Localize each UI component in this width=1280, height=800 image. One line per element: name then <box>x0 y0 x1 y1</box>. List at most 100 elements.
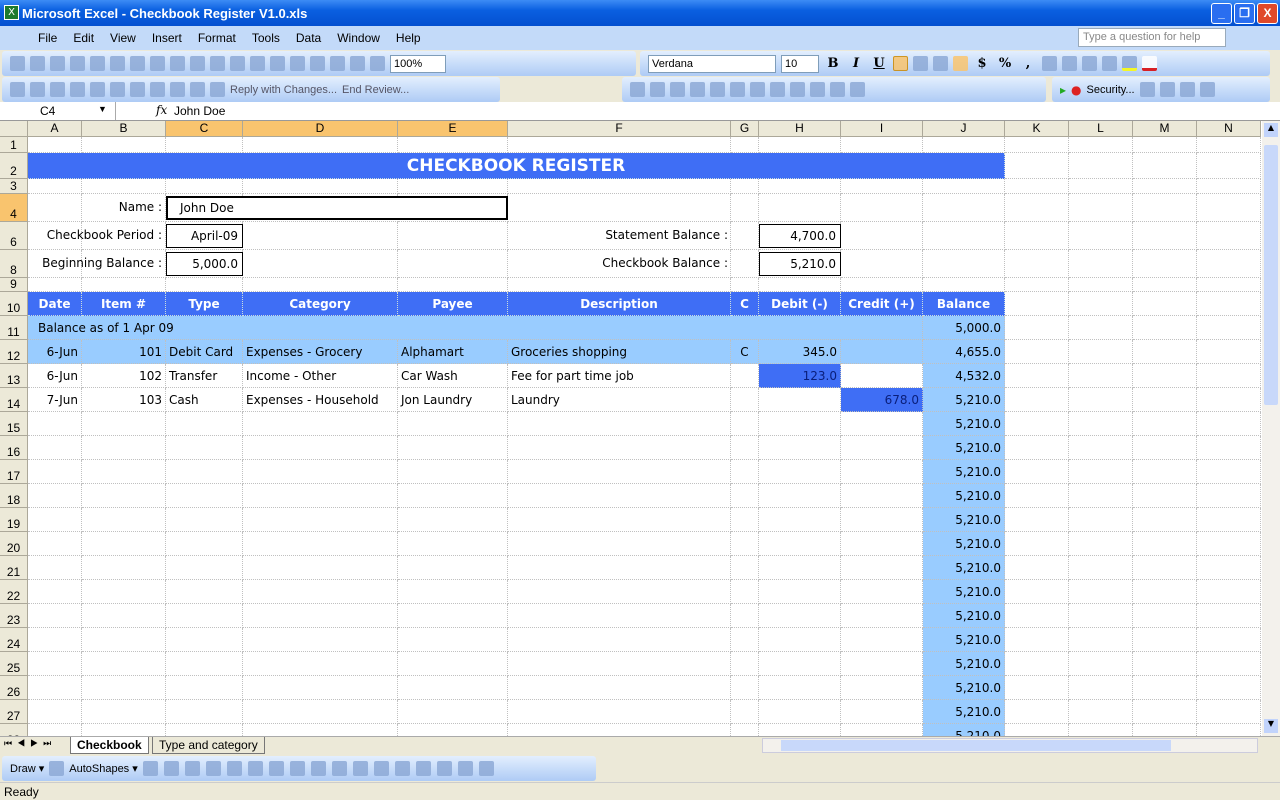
cell[interactable] <box>1133 604 1197 628</box>
register-cell[interactable] <box>398 556 508 580</box>
cell[interactable] <box>1069 700 1133 724</box>
register-cell[interactable]: 102 <box>82 364 166 388</box>
cell[interactable] <box>841 137 923 153</box>
register-cell[interactable]: 101 <box>82 340 166 364</box>
align-center-icon[interactable] <box>913 56 928 71</box>
register-cell[interactable] <box>508 628 731 652</box>
column-label-date[interactable]: Date <box>28 292 82 316</box>
horizontal-scroll-thumb[interactable] <box>781 740 1171 751</box>
cell[interactable] <box>1133 628 1197 652</box>
beginning-balance-field[interactable]: 5,000.0 <box>166 252 243 276</box>
cell[interactable] <box>1069 250 1133 278</box>
cell[interactable] <box>1133 388 1197 412</box>
row-header-13[interactable]: 13 <box>0 364 28 388</box>
register-cell[interactable] <box>759 724 841 736</box>
autoshapes-menu-button[interactable]: AutoShapes ▾ <box>69 762 138 775</box>
cell[interactable] <box>243 250 398 278</box>
register-cell[interactable] <box>398 628 508 652</box>
cell[interactable] <box>1069 676 1133 700</box>
register-cell[interactable] <box>731 676 759 700</box>
cell[interactable] <box>1005 278 1069 292</box>
cell[interactable] <box>1005 532 1069 556</box>
cell[interactable] <box>841 179 923 194</box>
register-cell[interactable]: Groceries shopping <box>508 340 731 364</box>
cell[interactable] <box>82 179 166 194</box>
cell[interactable] <box>1197 556 1261 580</box>
visual-basic-editor-icon[interactable] <box>1139 82 1155 97</box>
menu-file[interactable]: File <box>30 31 65 45</box>
register-cell[interactable] <box>398 484 508 508</box>
balance-cell[interactable]: 5,210.0 <box>923 724 1005 736</box>
register-cell[interactable] <box>166 628 243 652</box>
cell[interactable] <box>398 222 508 250</box>
register-cell[interactable]: Alphamart <box>398 340 508 364</box>
register-cell[interactable] <box>841 460 923 484</box>
cell[interactable] <box>166 137 243 153</box>
balance-cell[interactable]: 5,210.0 <box>923 556 1005 580</box>
cell[interactable] <box>1069 292 1133 316</box>
register-cell[interactable] <box>28 412 82 436</box>
register-cell[interactable] <box>166 556 243 580</box>
cell[interactable] <box>1133 278 1197 292</box>
row-header-28[interactable]: 28 <box>0 724 28 736</box>
fill-color-icon[interactable] <box>331 761 347 776</box>
register-cell[interactable] <box>731 460 759 484</box>
cell[interactable] <box>1133 532 1197 556</box>
cell[interactable] <box>1069 194 1133 222</box>
cell[interactable] <box>1005 388 1069 412</box>
delete-comment-icon[interactable] <box>110 82 125 97</box>
cell[interactable] <box>1069 628 1133 652</box>
edit-box-icon[interactable] <box>650 82 665 97</box>
cell[interactable] <box>1133 724 1197 736</box>
column-header-K[interactable]: K <box>1005 121 1069 137</box>
register-cell[interactable] <box>731 388 759 412</box>
cell[interactable] <box>731 250 759 278</box>
cell[interactable] <box>1005 436 1069 460</box>
cell[interactable] <box>1005 676 1069 700</box>
register-cell[interactable] <box>28 676 82 700</box>
worksheet-grid[interactable]: A B C D E F G H I J K L M N 1 2 3 4 6 8 9 10 11 12 13 14 15 16 17 18 1… <box>0 121 1262 736</box>
register-cell[interactable]: Expenses - Grocery <box>243 340 398 364</box>
register-cell[interactable] <box>731 436 759 460</box>
register-cell[interactable] <box>841 436 923 460</box>
new-icon[interactable] <box>10 56 25 71</box>
cell[interactable] <box>1197 628 1261 652</box>
register-cell[interactable] <box>243 700 398 724</box>
balance-cell[interactable]: 5,210.0 <box>923 628 1005 652</box>
cell[interactable] <box>923 250 1005 278</box>
register-cell[interactable] <box>508 580 731 604</box>
vertical-scrollbar[interactable]: ▲ ▼ <box>1262 121 1280 736</box>
register-cell[interactable] <box>243 580 398 604</box>
cell[interactable] <box>1005 137 1069 153</box>
cell[interactable] <box>1197 484 1261 508</box>
register-cell[interactable] <box>243 508 398 532</box>
horizontal-scrollbar[interactable] <box>762 738 1258 753</box>
cell[interactable] <box>1005 316 1069 340</box>
cell[interactable] <box>166 278 243 292</box>
register-cell[interactable]: 678.0 <box>841 388 923 412</box>
checkbook-period-field[interactable]: April-09 <box>166 224 243 248</box>
cell[interactable] <box>923 137 1005 153</box>
cell[interactable] <box>398 278 508 292</box>
cell[interactable] <box>508 137 731 153</box>
cell[interactable] <box>1005 340 1069 364</box>
register-cell[interactable] <box>398 580 508 604</box>
register-cell[interactable] <box>841 700 923 724</box>
register-cell[interactable] <box>166 652 243 676</box>
register-cell[interactable]: Jon Laundry <box>398 388 508 412</box>
column-header-I[interactable]: I <box>841 121 923 137</box>
option-button-icon[interactable] <box>730 82 745 97</box>
register-cell[interactable] <box>759 604 841 628</box>
font-select[interactable]: Verdana <box>648 54 776 73</box>
register-cell[interactable] <box>82 412 166 436</box>
column-label-type[interactable]: Type <box>166 292 243 316</box>
row-header-21[interactable]: 21 <box>0 556 28 580</box>
register-cell[interactable] <box>243 676 398 700</box>
register-cell[interactable] <box>508 604 731 628</box>
font-color-icon[interactable] <box>373 761 389 776</box>
balance-cell[interactable]: 5,210.0 <box>923 484 1005 508</box>
register-cell[interactable] <box>841 364 923 388</box>
register-cell[interactable] <box>759 628 841 652</box>
cell[interactable] <box>1133 316 1197 340</box>
cell[interactable] <box>1133 137 1197 153</box>
